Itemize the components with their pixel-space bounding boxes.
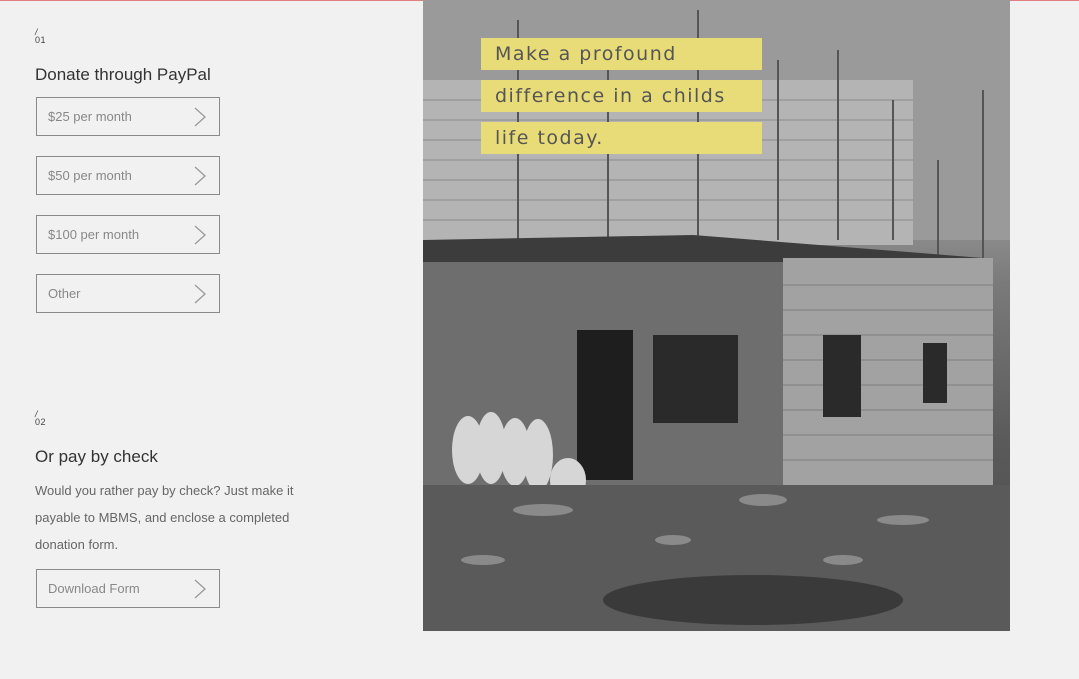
button-label: $25 per month — [48, 109, 132, 124]
chevron-right-icon — [193, 106, 207, 128]
donate-100-button[interactable]: $100 per month — [36, 215, 220, 254]
chevron-right-icon — [193, 224, 207, 246]
chevron-right-icon — [193, 578, 207, 600]
donate-other-button[interactable]: Other — [36, 274, 220, 313]
hero-photo: Make a profound difference in a childs l… — [423, 0, 1010, 631]
donate-25-button[interactable]: $25 per month — [36, 97, 220, 136]
button-label: $50 per month — [48, 168, 132, 183]
button-label: Download Form — [48, 581, 140, 596]
section-title-paypal: Donate through PayPal — [35, 65, 211, 84]
tagline-line-1: Make a profound — [481, 38, 762, 70]
step-marker-slash: / — [34, 27, 39, 37]
step-marker-01: / 01 — [34, 27, 46, 45]
chevron-right-icon — [193, 165, 207, 187]
button-label: $100 per month — [48, 227, 140, 242]
section-title-check: Or pay by check — [35, 447, 158, 466]
button-label: Other — [48, 286, 81, 301]
step-marker-slash: / — [34, 409, 39, 419]
tagline-line-2: difference in a childs — [481, 80, 762, 112]
download-form-button[interactable]: Download Form — [36, 569, 220, 608]
step-marker-02: / 02 — [34, 409, 46, 427]
check-instructions: Would you rather pay by check? Just make… — [35, 483, 294, 552]
tagline-line-3: life today. — [481, 122, 762, 154]
donate-50-button[interactable]: $50 per month — [36, 156, 220, 195]
chevron-right-icon — [193, 283, 207, 305]
